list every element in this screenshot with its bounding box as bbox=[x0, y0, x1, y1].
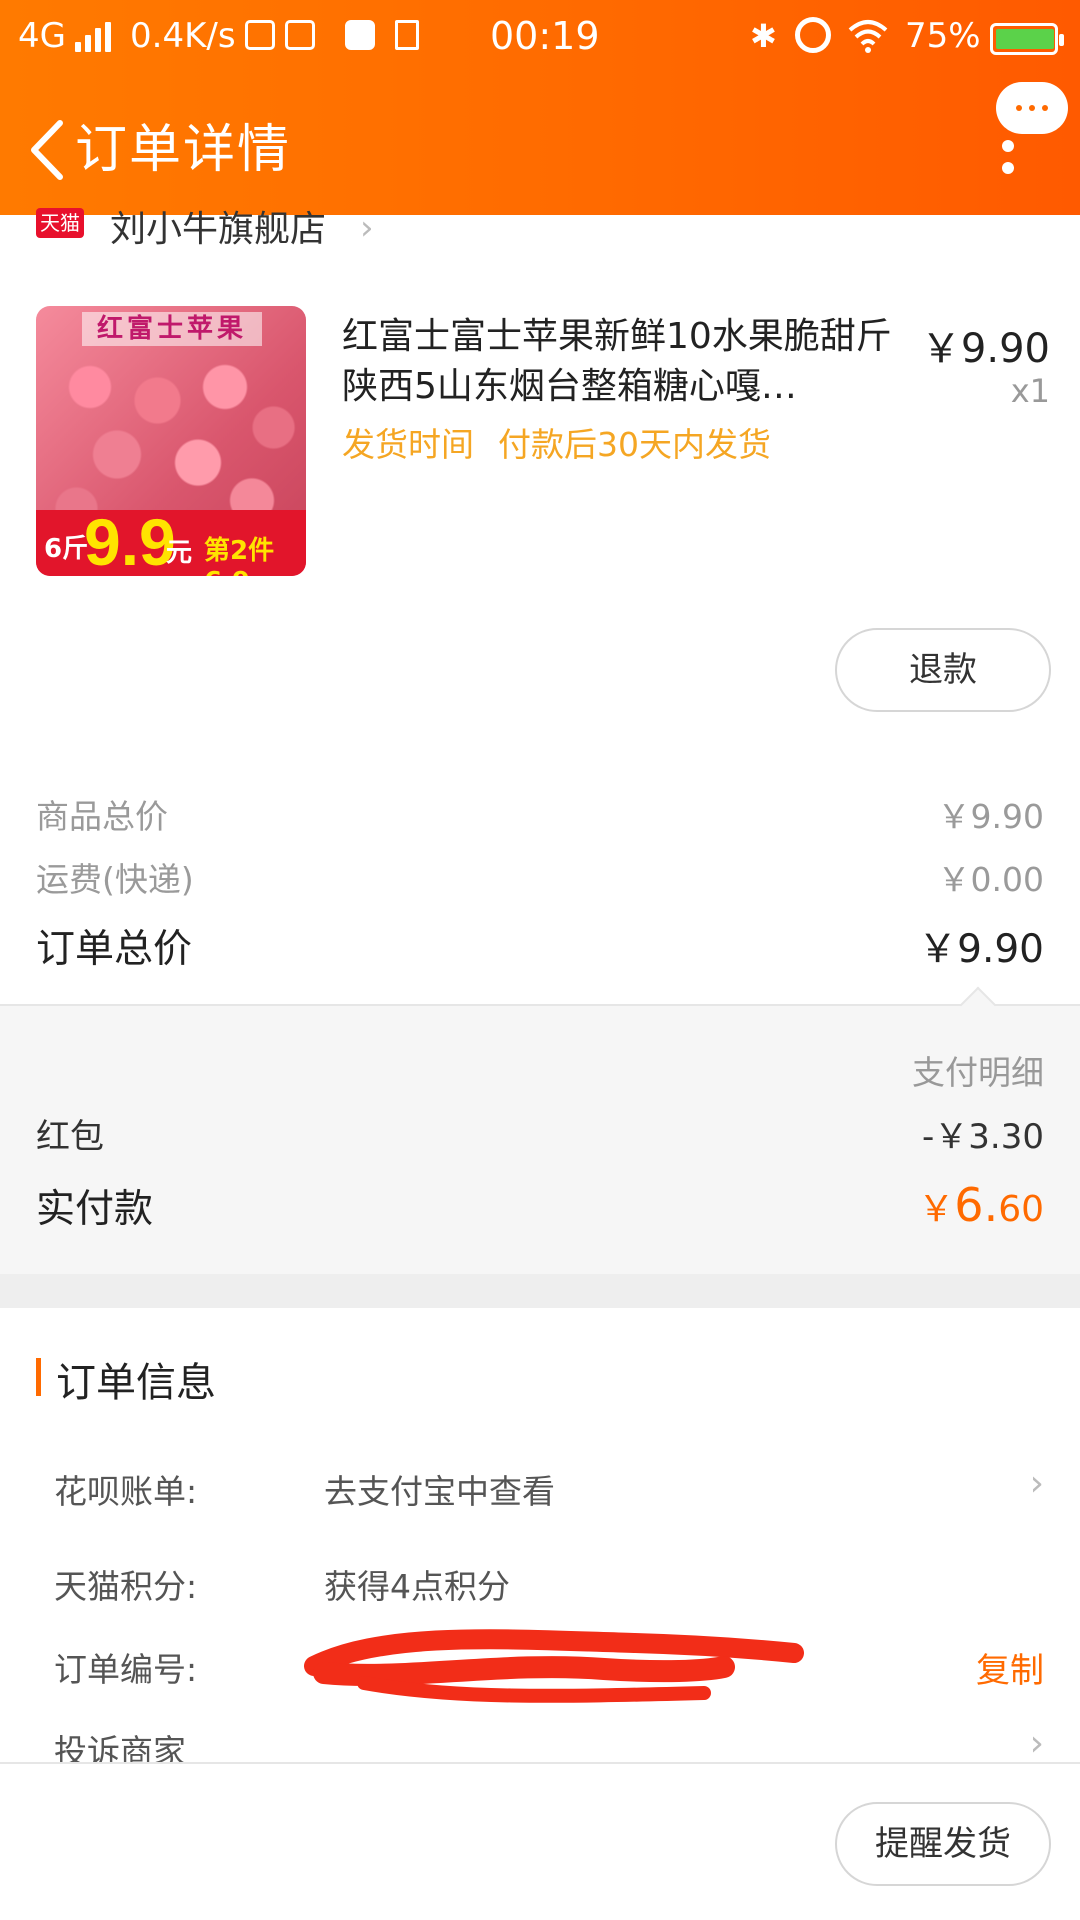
order-total-value: ￥9.90 bbox=[918, 927, 1044, 972]
shipping-row: 运费(快递) ￥0.00 bbox=[36, 853, 1044, 903]
section-accent-bar bbox=[36, 1358, 41, 1396]
more-menu-icon[interactable] bbox=[996, 82, 1068, 194]
goods-total-value: ￥9.90 bbox=[937, 797, 1044, 836]
huabei-bill-value: 去支付宝中查看 bbox=[324, 1472, 555, 1511]
order-total-label: 订单总价 bbox=[36, 927, 193, 972]
alarm-icon bbox=[795, 17, 831, 53]
signal-icon bbox=[75, 22, 115, 52]
volume-icon bbox=[395, 20, 419, 50]
shop-row[interactable]: 天猫 刘小牛旗舰店 › bbox=[30, 200, 1030, 250]
app-header: 4G 0.4K/s 00:19 ✱ 75% 订单详情 bbox=[0, 0, 1080, 215]
red-packet-value: -￥3.30 bbox=[922, 1117, 1044, 1157]
mail-icon bbox=[245, 20, 275, 50]
chevron-right-icon: › bbox=[360, 208, 374, 248]
order-number-label: 订单编号: bbox=[54, 1650, 198, 1689]
tmall-points-row: 天猫积分: 获得4点积分 bbox=[54, 1560, 1044, 1610]
status-bar: 4G 0.4K/s 00:19 ✱ 75% bbox=[0, 0, 1080, 75]
shipping-label: 运费(快递) bbox=[36, 860, 194, 899]
network-speed: 0.4K/s bbox=[130, 16, 236, 56]
payment-detail-link[interactable]: 支付明细 bbox=[912, 1046, 1044, 1094]
product-title[interactable]: 红富士富士苹果新鲜10水果脆甜斤陕西5山东烟台整箱糖心嘎… bbox=[342, 312, 902, 412]
huabei-bill-label: 花呗账单: bbox=[54, 1472, 198, 1511]
order-total-row: 订单总价 ￥9.90 bbox=[36, 918, 1044, 972]
product-image[interactable]: 红富士苹果 6斤 9.9 元 第2件6.9 bbox=[36, 306, 306, 576]
section-divider bbox=[0, 1274, 1080, 1308]
app-notification-icon bbox=[285, 20, 315, 50]
payment-panel: 支付明细 红包 -￥3.30 实付款 ￥6.60 bbox=[0, 986, 1080, 1274]
tmall-points-label: 天猫积分: bbox=[54, 1567, 198, 1606]
chevron-right-icon: › bbox=[1029, 1463, 1044, 1504]
chevron-right-icon: › bbox=[1029, 1723, 1044, 1764]
network-type: 4G bbox=[18, 16, 66, 56]
remind-shipping-button[interactable]: 提醒发货 bbox=[835, 1802, 1051, 1886]
product-quantity: x1 bbox=[1010, 372, 1050, 410]
order-info-title: 订单信息 bbox=[56, 1360, 216, 1406]
message-icon bbox=[345, 20, 375, 50]
tmall-badge: 天猫 bbox=[36, 208, 84, 238]
actual-paid-label: 实付款 bbox=[36, 1187, 154, 1232]
battery-icon bbox=[990, 23, 1064, 55]
image-promo: 6斤 9.9 元 第2件6.9 bbox=[36, 505, 306, 576]
tmall-points-value: 获得4点积分 bbox=[324, 1567, 510, 1606]
refund-button[interactable]: 退款 bbox=[835, 628, 1051, 712]
bluetooth-icon: ✱ bbox=[750, 17, 777, 55]
page-title: 订单详情 bbox=[75, 120, 292, 180]
goods-total-label: 商品总价 bbox=[36, 797, 168, 836]
image-banner-text: 红富士苹果 bbox=[82, 312, 262, 346]
product-price: ￥9.90 bbox=[920, 326, 1050, 372]
product-item[interactable]: 红富士苹果 6斤 9.9 元 第2件6.9 红富士富士苹果新鲜10水果脆甜斤陕西… bbox=[0, 300, 1080, 590]
redaction-scribble bbox=[304, 1629, 804, 1703]
battery-percent: 75% bbox=[905, 16, 981, 56]
clock: 00:19 bbox=[490, 14, 600, 58]
huabei-bill-row[interactable]: 花呗账单: 去支付宝中查看 › bbox=[54, 1463, 1044, 1515]
goods-total-row: 商品总价 ￥9.90 bbox=[36, 790, 1044, 840]
copy-button[interactable]: 复制 bbox=[976, 1643, 1044, 1692]
shop-name[interactable]: 刘小牛旗舰店 bbox=[110, 200, 326, 252]
back-arrow-icon[interactable] bbox=[22, 117, 82, 183]
panel-pointer bbox=[959, 986, 997, 1024]
wifi-icon bbox=[848, 20, 888, 53]
bottom-action-bar: 提醒发货 bbox=[0, 1762, 1080, 1920]
delivery-time-label: 发货时间 bbox=[342, 425, 474, 464]
actual-paid-value: ￥6.60 bbox=[918, 1178, 1044, 1232]
nav-bar: 订单详情 bbox=[0, 95, 1080, 205]
shipping-value: ￥0.00 bbox=[937, 860, 1044, 899]
order-number-row: 订单编号: 复制 bbox=[54, 1629, 1044, 1703]
delivery-time-text: 付款后30天内发货 bbox=[498, 425, 771, 464]
red-packet-label: 红包 bbox=[36, 1117, 104, 1157]
